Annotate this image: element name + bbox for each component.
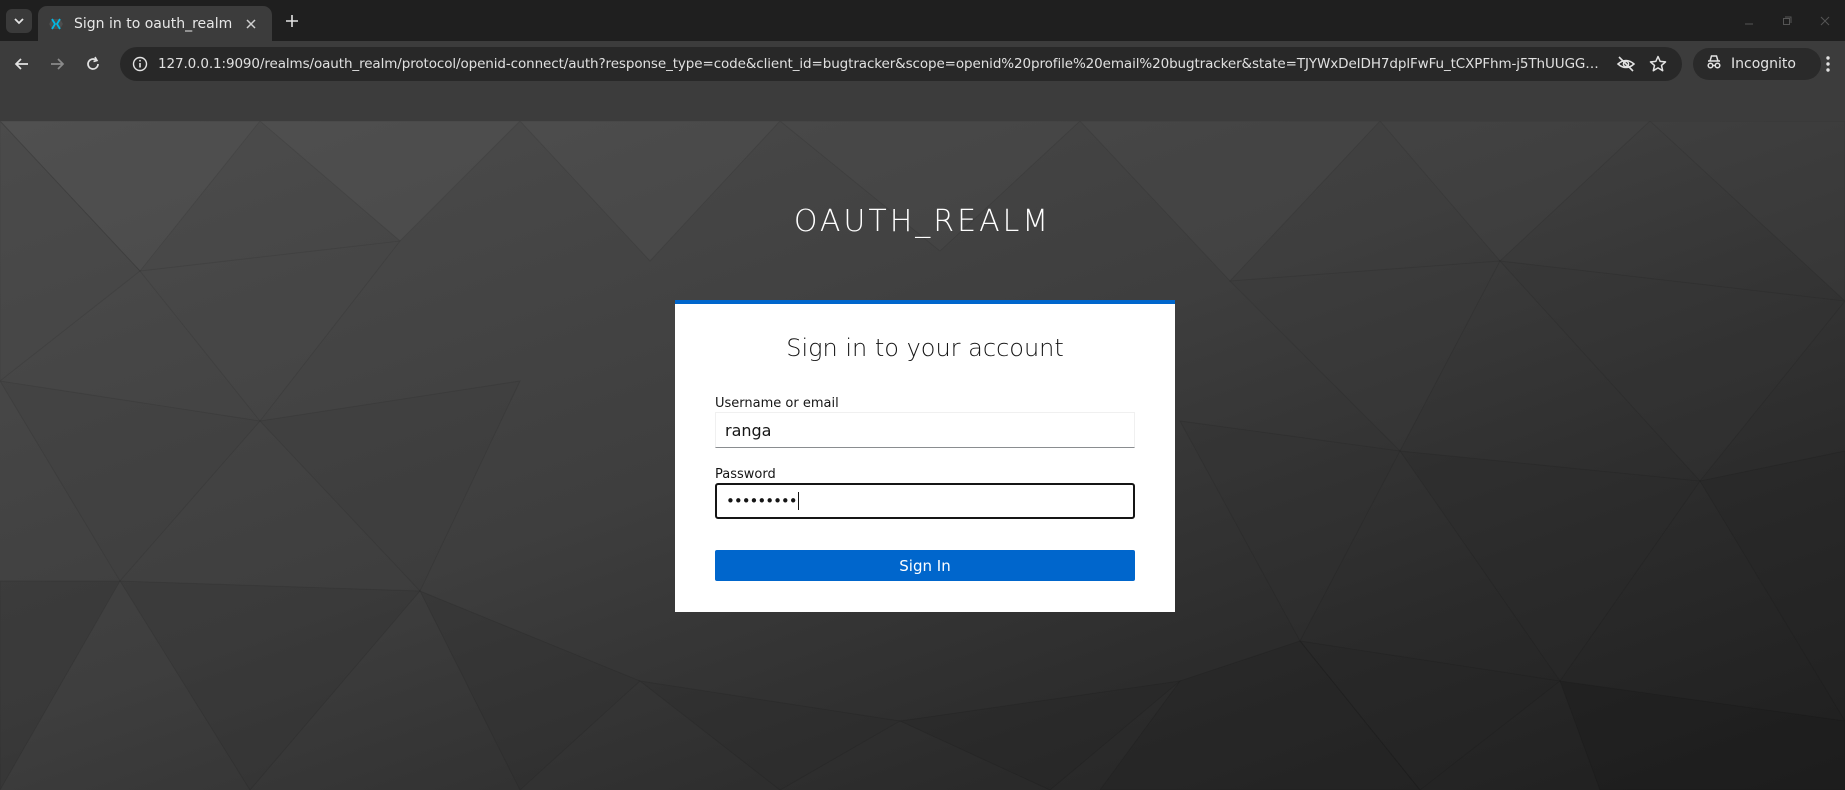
- tab-strip: Sign in to oauth_realm: [0, 0, 1845, 41]
- username-value: ranga: [725, 420, 772, 440]
- url-text[interactable]: 127.0.0.1:9090/realms/oauth_realm/protoc…: [158, 56, 1606, 72]
- reload-icon[interactable]: [81, 52, 105, 76]
- incognito-icon: [1705, 54, 1723, 74]
- password-label: Password: [715, 467, 776, 482]
- window-close-icon[interactable]: [1819, 12, 1831, 26]
- info-icon[interactable]: [130, 54, 150, 74]
- password-value: •••••••••: [726, 492, 798, 510]
- maximize-icon[interactable]: [1781, 12, 1793, 25]
- login-card: Sign in to your account Username or emai…: [675, 300, 1175, 612]
- tab-title: Sign in to oauth_realm: [74, 15, 233, 32]
- bookmarks-bar: [0, 87, 1845, 121]
- sign-in-button[interactable]: Sign In: [715, 550, 1135, 581]
- browser-toolbar: 127.0.0.1:9090/realms/oauth_realm/protoc…: [0, 41, 1845, 87]
- eye-off-icon[interactable]: [1616, 54, 1636, 74]
- star-icon[interactable]: [1648, 54, 1668, 74]
- incognito-indicator[interactable]: Incognito: [1693, 48, 1821, 80]
- window-controls: [1743, 12, 1831, 26]
- minimize-icon[interactable]: [1743, 12, 1755, 25]
- browser-tab[interactable]: Sign in to oauth_realm: [38, 6, 272, 41]
- back-icon[interactable]: [10, 52, 34, 76]
- text-caret: [797, 492, 799, 510]
- address-bar[interactable]: 127.0.0.1:9090/realms/oauth_realm/protoc…: [120, 47, 1682, 81]
- password-input[interactable]: •••••••••: [715, 483, 1135, 519]
- more-vert-icon[interactable]: [1816, 52, 1840, 76]
- username-input[interactable]: ranga: [715, 412, 1135, 448]
- tab-search-icon[interactable]: [6, 9, 32, 33]
- plus-icon[interactable]: [281, 10, 303, 32]
- username-label: Username or email: [715, 396, 839, 411]
- page-viewport: OAUTH_REALM Sign in to your account User…: [0, 121, 1845, 790]
- incognito-label: Incognito: [1731, 56, 1796, 72]
- card-title: Sign in to your account: [786, 334, 1064, 362]
- close-icon[interactable]: [242, 15, 260, 33]
- keycloak-favicon-icon: [48, 16, 64, 32]
- realm-title: OAUTH_REALM: [793, 204, 1052, 239]
- forward-icon[interactable]: [45, 52, 69, 76]
